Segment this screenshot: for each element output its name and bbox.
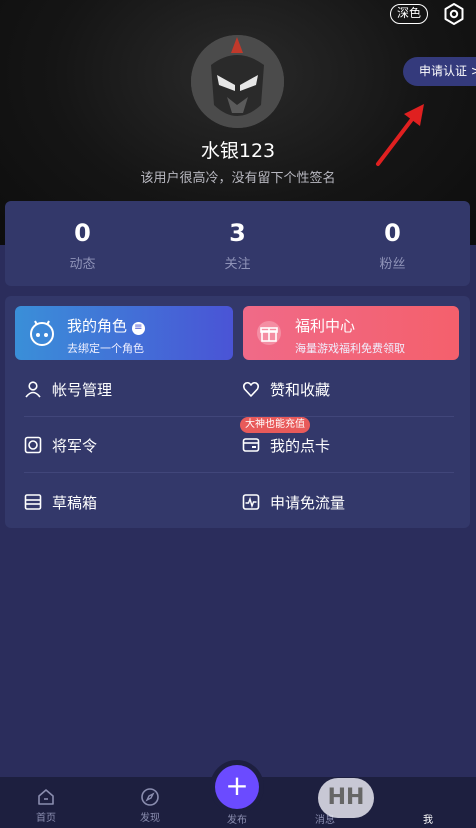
dark-mode-button[interactable]: 深色: [390, 4, 429, 24]
tab-label: 我: [423, 815, 433, 826]
heart-icon: [242, 381, 260, 397]
stats-panel: 0 动态 3 关注 0 粉丝: [5, 201, 470, 286]
tab-publish[interactable]: 发布: [207, 811, 267, 826]
likes-favorites-item[interactable]: 赞和收藏: [242, 369, 330, 409]
tab-discover[interactable]: 发现: [120, 787, 180, 824]
welfare-center-card[interactable]: 福利中心 海量游戏福利免费领取: [243, 306, 459, 360]
stat-following[interactable]: 3 关注: [160, 201, 315, 272]
stat-value: 3: [229, 219, 246, 247]
menu-label: 赞和收藏: [270, 380, 331, 399]
watermark-logo: HH: [318, 778, 374, 818]
stat-followers[interactable]: 0 粉丝: [315, 201, 470, 272]
traffic-chart-icon: [242, 494, 260, 510]
card-subtitle: 海量游戏福利免费领取: [295, 342, 405, 355]
divider: [24, 472, 454, 473]
stat-label: 粉丝: [379, 257, 406, 272]
compass-icon: [141, 788, 159, 806]
gamepad-icon: [30, 320, 54, 346]
divider: [24, 416, 454, 417]
user-icon: [25, 381, 41, 398]
token-icon: [24, 436, 42, 454]
stat-value: 0: [384, 219, 401, 247]
settings-button[interactable]: [442, 2, 466, 26]
card-title: 福利中心: [295, 317, 356, 335]
menu-label: 我的点卡: [270, 436, 331, 455]
tab-label: 首页: [36, 813, 56, 824]
warrior-avatar-icon: [191, 35, 284, 128]
drafts-item[interactable]: 草稿箱: [24, 482, 97, 522]
tab-label: 发布: [227, 815, 247, 826]
wallet-icon: [242, 438, 260, 452]
stat-value: 0: [74, 219, 91, 247]
menu-label: 将军令: [52, 436, 98, 455]
menu-label: 帐号管理: [52, 380, 113, 399]
gear-icon: [444, 3, 464, 25]
general-order-item[interactable]: 将军令: [24, 425, 97, 465]
tab-label: 发现: [140, 813, 160, 824]
stat-posts[interactable]: 0 动态: [5, 201, 160, 272]
avatar[interactable]: [191, 35, 284, 128]
stat-label: 动态: [69, 257, 96, 272]
menu-label: 申请免流量: [270, 493, 346, 512]
tab-home[interactable]: 首页: [16, 787, 76, 824]
my-point-cards-item[interactable]: 我的点卡: [242, 425, 330, 465]
free-traffic-item[interactable]: 申请免流量: [242, 482, 345, 522]
gift-icon: [257, 321, 281, 345]
menu-label: 草稿箱: [52, 493, 98, 512]
home-icon: [38, 789, 54, 805]
red-arrow-icon: [376, 104, 424, 166]
drafts-box-icon: [24, 494, 42, 510]
apply-certification-button[interactable]: 申请认证 >: [403, 57, 476, 86]
publish-button[interactable]: +: [215, 765, 259, 809]
card-subtitle: 去绑定一个角色: [67, 342, 144, 355]
menu-circle-icon: ≡: [131, 322, 145, 335]
stat-label: 关注: [224, 257, 251, 272]
card-title: 我的角色 ≡: [67, 315, 233, 336]
my-role-card[interactable]: 我的角色 ≡ 去绑定一个角色: [15, 306, 233, 360]
account-management-item[interactable]: 帐号管理: [24, 369, 112, 409]
tab-me[interactable]: 我: [398, 811, 458, 826]
